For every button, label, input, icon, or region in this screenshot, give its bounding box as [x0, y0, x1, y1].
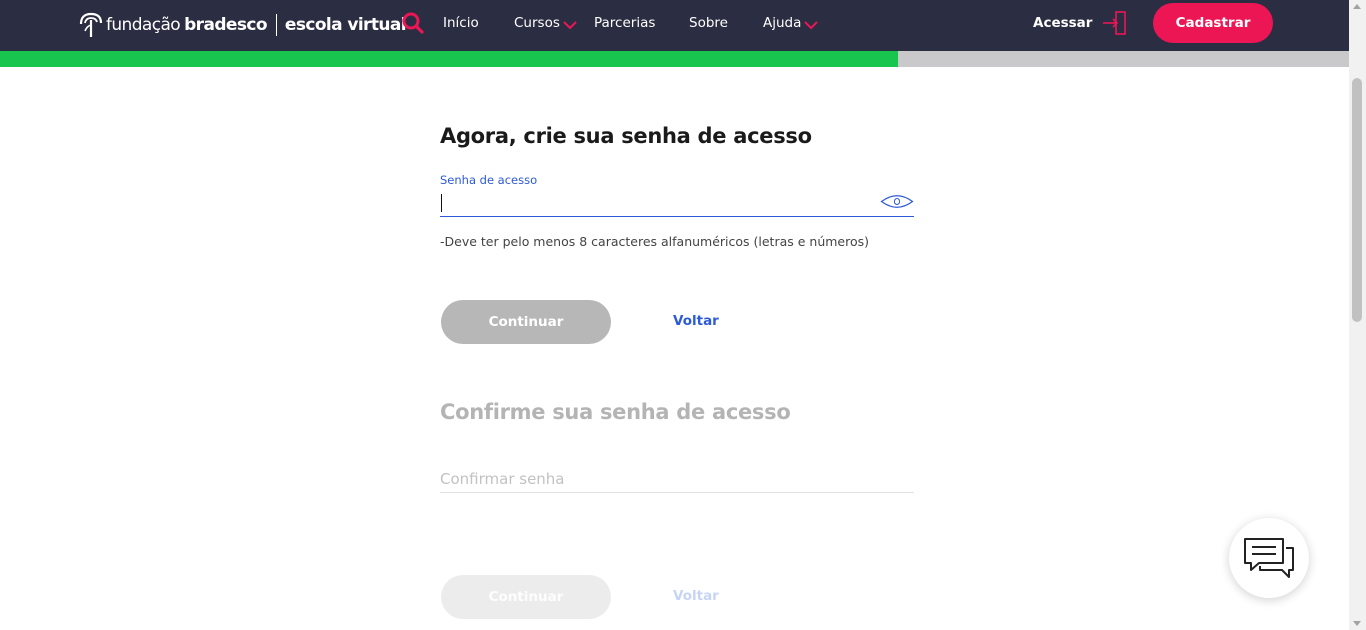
login-door-icon	[1103, 11, 1127, 35]
continue-button[interactable]: Continuar	[441, 300, 611, 344]
nav-cursos-label: Cursos	[514, 15, 560, 31]
chevron-down-icon	[804, 21, 819, 30]
eye-icon	[880, 195, 914, 208]
confirm-continue-button[interactable]: Continuar	[441, 575, 611, 619]
nav-parcerias-label: Parcerias	[594, 15, 656, 31]
text-cursor	[441, 194, 442, 212]
page-scrollbar[interactable]	[1349, 0, 1366, 630]
bradesco-tree-logo-icon	[79, 12, 103, 37]
password-input[interactable]	[440, 191, 914, 217]
nav-sobre-link[interactable]: Sobre	[689, 14, 728, 32]
confirm-password-input[interactable]	[440, 465, 914, 493]
scroll-down-arrow-icon[interactable]	[1353, 621, 1361, 626]
nav-sobre-label: Sobre	[689, 15, 728, 31]
brand-fundacao-text: fundação	[106, 15, 181, 35]
signup-button[interactable]: Cadastrar	[1153, 3, 1273, 43]
brand-bradesco-text: bradesco	[184, 15, 267, 35]
scroll-up-arrow-icon[interactable]	[1353, 4, 1361, 9]
scrollbar-thumb[interactable]	[1352, 78, 1362, 322]
nav-cursos-dropdown[interactable]: Cursos	[514, 14, 577, 32]
nav-ajuda-label: Ajuda	[763, 15, 802, 31]
nav-ajuda-dropdown[interactable]: Ajuda	[763, 14, 819, 32]
back-link[interactable]: Voltar	[673, 313, 719, 329]
password-field-label: Senha de acesso	[440, 173, 538, 187]
password-requirement-hint: -Deve ter pelo menos 8 caracteres alfanu…	[440, 234, 870, 249]
toggle-password-visibility-button[interactable]	[880, 192, 914, 211]
confirm-password-title: Confirme sua senha de acesso	[440, 400, 791, 424]
login-label: Acessar	[1033, 15, 1093, 31]
signup-progress-fill	[0, 51, 899, 67]
chat-bubbles-icon	[1244, 538, 1294, 578]
brand-logo-link[interactable]: fundação bradesco escola virtual	[78, 9, 407, 41]
confirm-back-link[interactable]: Voltar	[673, 588, 719, 604]
chat-support-button[interactable]	[1229, 518, 1309, 598]
chevron-down-icon	[563, 21, 577, 30]
login-link[interactable]: Acessar	[1033, 11, 1128, 35]
nav-inicio-link[interactable]: Início	[443, 14, 479, 32]
signup-progress-bar	[0, 51, 1349, 67]
top-navbar: fundação bradesco escola virtual Início …	[0, 0, 1349, 51]
search-button[interactable]	[400, 10, 426, 36]
create-password-title: Agora, crie sua senha de acesso	[440, 124, 812, 148]
brand-escola-virtual-text: escola virtual	[284, 15, 407, 35]
nav-inicio-label: Início	[443, 15, 479, 31]
brand-divider	[275, 14, 277, 36]
search-icon	[402, 12, 424, 34]
nav-parcerias-link[interactable]: Parcerias	[594, 14, 655, 32]
